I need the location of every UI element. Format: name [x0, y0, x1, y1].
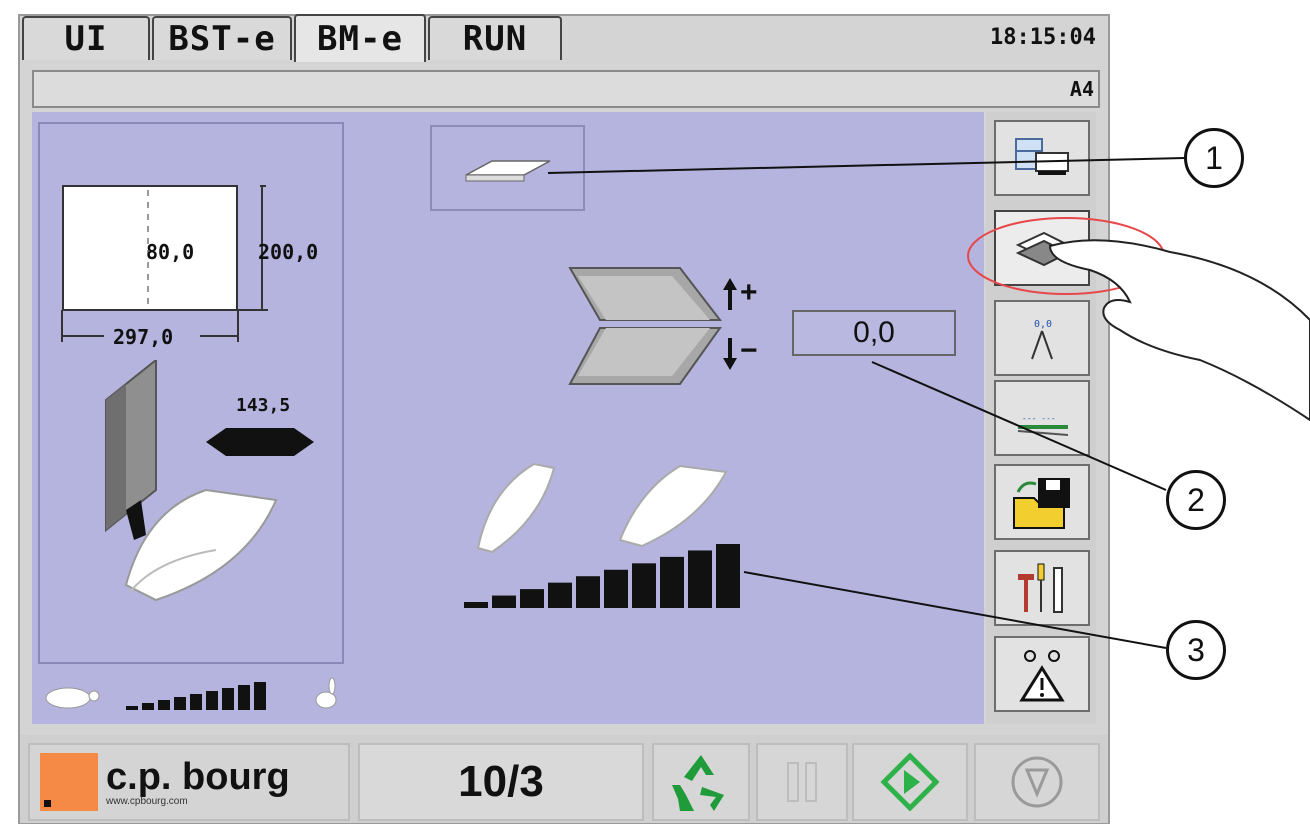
callout-line-3	[743, 571, 1167, 649]
callout-2: 2	[1166, 470, 1226, 530]
callout-1: 1	[1184, 128, 1244, 188]
annotation-overlay	[547, 157, 1310, 649]
callout-line-2	[871, 361, 1167, 491]
callout-3: 3	[1166, 620, 1226, 680]
pointing-hand-icon	[1048, 239, 1310, 422]
callout-line-1	[547, 157, 1185, 174]
